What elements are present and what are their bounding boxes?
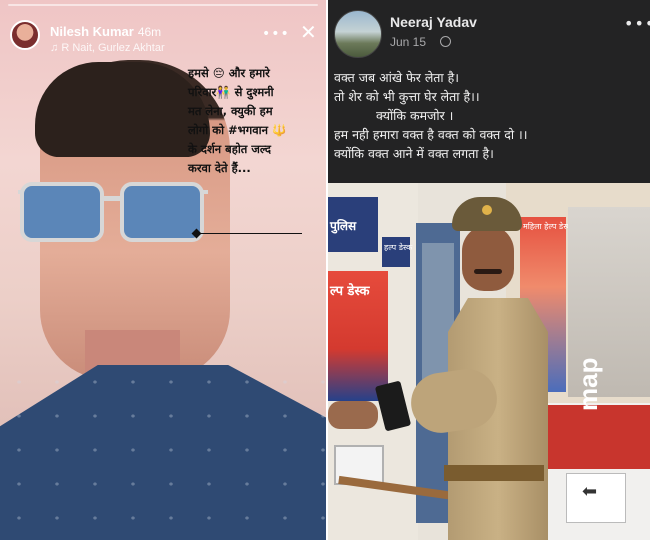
post-date[interactable]: Jun 15	[390, 35, 426, 49]
post-photo[interactable]: पुलिस हल्प डेस्क ल्प डेस्क महिला हेल्प ड…	[328, 183, 650, 540]
music-note-icon: ♫	[50, 42, 59, 54]
story-progress-bar	[8, 4, 318, 6]
post-text-line: हम नही हमारा वक्त है वक्त को वक्त दो ।।	[334, 127, 528, 142]
women-help-poster-text: महिला हेल्प डेस्क	[523, 222, 573, 231]
story-photo-shirt-pattern	[0, 365, 326, 540]
post-header: Neeraj Yadav Jun 15 ••• वक्त जब आंखे फेर…	[328, 0, 650, 183]
story-avatar[interactable]	[10, 20, 40, 50]
more-horizontal-icon[interactable]: •••	[262, 26, 290, 42]
help-sign	[382, 237, 410, 267]
post-text-line: क्योंकि कमजोर ।	[376, 108, 454, 123]
story-caption-line: के दर्शन बहोत जल्द	[188, 142, 271, 156]
post-text-line: वक्त जब आंखे फेर लेता है।	[334, 70, 460, 85]
close-icon[interactable]: ✕	[300, 22, 317, 42]
arrow-left-icon: ⬅	[582, 481, 598, 502]
help-desk-poster-text: ल्प डेस्क	[330, 284, 370, 299]
story-divider	[196, 233, 302, 234]
post-text: वक्त जब आंखे फेर लेता है। तो शेर को भी क…	[334, 68, 646, 163]
post-text-line: क्योंकि वक्त आने में वक्त लगता है।	[334, 146, 494, 161]
story-music-label: R Nait, Gurlez Akhtar	[61, 42, 165, 54]
story-author-name[interactable]: Nilesh Kumar	[50, 24, 134, 39]
story-caption: हमसे 😔 और हमारे परिवार👫 से दुश्मनी मत ले…	[188, 64, 326, 178]
more-horizontal-icon[interactable]: •••	[624, 14, 650, 33]
post-avatar[interactable]	[334, 10, 382, 58]
story-music[interactable]: ♫ R Nait, Gurlez Akhtar	[50, 42, 165, 54]
officer-head	[462, 225, 514, 291]
officer-mustache	[474, 269, 502, 274]
story-caption-line: मत लेना, क्युकी हम	[188, 104, 273, 118]
story-caption-line: परिवार👫 से दुश्मनी	[188, 85, 274, 99]
story-panel: Nilesh Kumar 46m ♫ R Nait, Gurlez Akhtar …	[0, 0, 326, 540]
story-caption-line: हमसे 😔 और हमारे	[188, 66, 270, 80]
person-hand	[328, 401, 378, 429]
map-banner	[540, 405, 650, 469]
cap-badge-icon	[482, 205, 492, 215]
post-text-line: तो शेर को भी कुत्ता घेर लेता है।।	[334, 89, 480, 104]
officer-belt	[444, 465, 544, 481]
post-panel: Neeraj Yadav Jun 15 ••• वक्त जब आंखे फेर…	[328, 0, 650, 540]
help-sign-text: हल्प डेस्क	[384, 243, 413, 252]
story-caption-line: करवा देते हैं...	[188, 161, 251, 175]
map-banner-text: map	[573, 357, 603, 411]
story-caption-line: लोगो को #भगवान 🔱	[188, 123, 287, 137]
sunglasses-image	[18, 182, 208, 242]
police-sign-text: पुलिस	[330, 219, 357, 233]
story-author[interactable]: Nilesh Kumar 46m	[50, 24, 161, 39]
post-author-name[interactable]: Neeraj Yadav	[390, 14, 477, 30]
story-time: 46m	[137, 25, 162, 39]
globe-icon	[440, 36, 451, 47]
